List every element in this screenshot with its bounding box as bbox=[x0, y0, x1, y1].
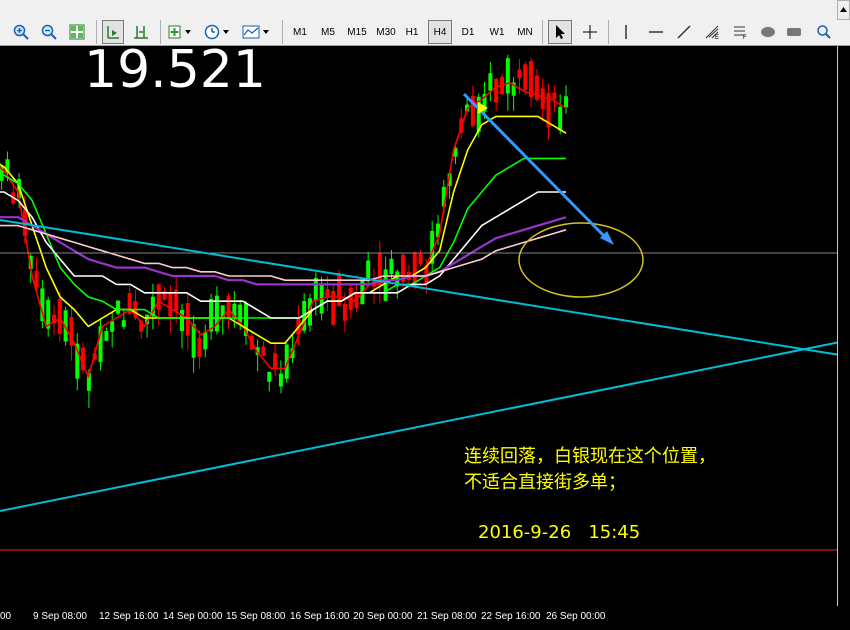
zoom-out-icon[interactable] bbox=[38, 20, 60, 44]
descending-trendline bbox=[0, 219, 841, 356]
moving-average-line bbox=[0, 157, 566, 319]
text-icon[interactable] bbox=[812, 20, 836, 44]
timeframe-h1[interactable]: H1 bbox=[400, 20, 424, 44]
candle-body bbox=[191, 324, 196, 358]
commentary-datestamp: 2016-9-26 15:45 bbox=[478, 522, 641, 543]
candle-body bbox=[505, 58, 510, 94]
candle-body bbox=[529, 61, 534, 98]
svg-text:E: E bbox=[715, 35, 719, 40]
candle-body bbox=[238, 304, 243, 323]
price-chart[interactable] bbox=[0, 46, 850, 606]
timeframe-mn[interactable]: MN bbox=[512, 20, 538, 44]
timeframe-m30[interactable]: M30 bbox=[372, 20, 400, 44]
time-label: 9 Sep 08:00 bbox=[33, 611, 87, 622]
candle-body bbox=[104, 331, 109, 341]
horizontal-line-icon[interactable] bbox=[644, 20, 668, 44]
fibonacci-icon[interactable]: E bbox=[700, 20, 724, 44]
candle-body bbox=[523, 64, 528, 90]
candle-body bbox=[558, 106, 563, 131]
time-label: 20 Sep 00:00 bbox=[353, 611, 413, 622]
zoom-in-icon[interactable] bbox=[10, 20, 32, 44]
candle-body bbox=[278, 373, 283, 387]
candle-body bbox=[494, 78, 499, 103]
candle-body bbox=[180, 310, 184, 332]
fibonacci-fan-icon[interactable]: F bbox=[728, 20, 752, 44]
candle-body bbox=[168, 292, 173, 317]
candle-body bbox=[57, 299, 62, 334]
moving-averages-group bbox=[0, 81, 567, 378]
time-axis[interactable]: 00 9 Sep 08:00 12 Sep 16:00 14 Sep 00:00… bbox=[0, 606, 850, 630]
candle-body bbox=[209, 298, 214, 332]
candle-body bbox=[564, 96, 568, 108]
toolbar-top-strip bbox=[0, 0, 850, 18]
price-annotation: 19.521 bbox=[84, 40, 266, 100]
window-scroll-up[interactable] bbox=[837, 0, 850, 20]
timeframe-h4[interactable]: H4 bbox=[428, 20, 452, 44]
ellipse-icon[interactable] bbox=[756, 20, 780, 44]
commentary-text: 连续回落，白银现在这个位置， 不适合直接街多单； bbox=[464, 444, 716, 496]
candle-body bbox=[313, 277, 318, 301]
time-label: 12 Sep 16:00 bbox=[99, 611, 159, 622]
candle-body bbox=[261, 346, 266, 356]
moving-average-line bbox=[0, 115, 567, 345]
vertical-line-icon[interactable] bbox=[614, 20, 638, 44]
chart-area[interactable] bbox=[0, 46, 850, 630]
trendline-icon[interactable] bbox=[672, 20, 696, 44]
time-label: 26 Sep 00:00 bbox=[546, 611, 606, 622]
time-label: 14 Sep 00:00 bbox=[163, 611, 223, 622]
toolbar-separator bbox=[608, 20, 609, 44]
time-label: 15 Sep 08:00 bbox=[226, 611, 286, 622]
rectangle-icon[interactable] bbox=[782, 20, 806, 44]
candle-body bbox=[203, 331, 208, 350]
candle-body bbox=[267, 371, 272, 382]
candle-body bbox=[156, 284, 161, 310]
toolbar-separator bbox=[282, 20, 283, 44]
crosshair-icon[interactable] bbox=[578, 20, 602, 44]
timeframe-m1[interactable]: M1 bbox=[288, 20, 312, 44]
timeframe-m15[interactable]: M15 bbox=[343, 20, 371, 44]
candle-body bbox=[517, 69, 522, 79]
candle-body bbox=[110, 321, 115, 332]
time-label: 22 Sep 16:00 bbox=[481, 611, 541, 622]
candle-body bbox=[488, 73, 493, 91]
highlight-ellipse bbox=[518, 222, 644, 298]
candle-body bbox=[121, 320, 126, 327]
candle-body bbox=[383, 269, 388, 301]
time-label: 00 bbox=[0, 611, 12, 622]
commentary-line-2: 不适合直接街多单； bbox=[464, 472, 626, 493]
timeframe-d1[interactable]: D1 bbox=[456, 20, 480, 44]
candle-body bbox=[116, 300, 120, 314]
candle-body bbox=[273, 353, 278, 368]
toolbar-separator bbox=[542, 20, 543, 44]
candle-body bbox=[331, 291, 336, 325]
candle-body bbox=[540, 88, 545, 110]
candle-body bbox=[197, 337, 202, 358]
candle-body bbox=[342, 304, 347, 321]
commentary-line-1: 连续回落，白银现在这个位置， bbox=[464, 446, 716, 467]
candle-body bbox=[552, 92, 557, 100]
time-label: 21 Sep 08:00 bbox=[417, 611, 477, 622]
cursor-icon[interactable] bbox=[548, 20, 572, 44]
candle-body bbox=[226, 295, 231, 318]
candle-body bbox=[389, 258, 394, 275]
price-axis[interactable] bbox=[837, 46, 850, 606]
moving-average-line bbox=[0, 191, 566, 319]
candle-body bbox=[418, 253, 423, 265]
timeframe-m5[interactable]: M5 bbox=[316, 20, 340, 44]
timeframe-w1[interactable]: W1 bbox=[484, 20, 510, 44]
svg-text:F: F bbox=[743, 35, 747, 40]
time-label: 16 Sep 16:00 bbox=[290, 611, 350, 622]
